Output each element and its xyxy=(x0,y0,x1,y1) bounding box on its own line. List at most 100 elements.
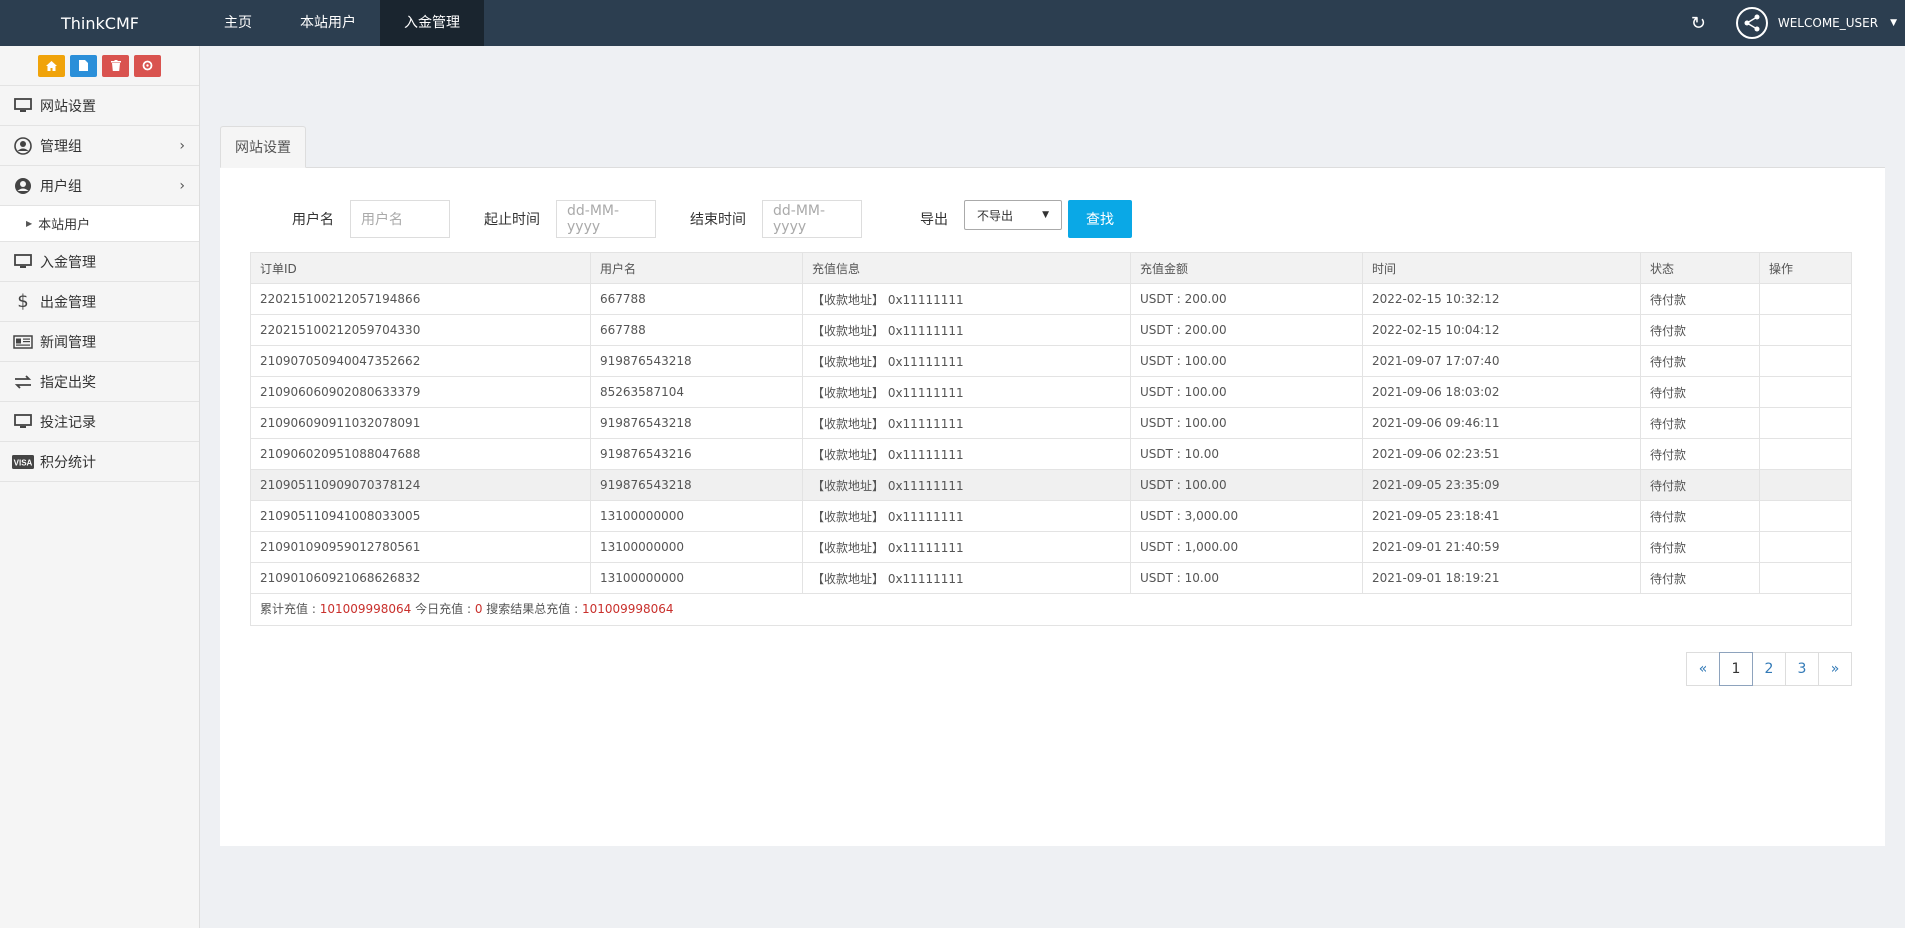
today-recharge-label: 今日充值 : xyxy=(411,602,475,616)
sidebar-item-label: 出金管理 xyxy=(40,294,96,311)
cell-actions xyxy=(1759,531,1852,563)
top-navbar: ThinkCMF 主页 本站用户 入金管理 ↻ WELCOME_USER ▼ xyxy=(0,0,1905,46)
sidebar-item-label: 本站用户 xyxy=(38,218,91,233)
table-row[interactable]: 210907050940047352662 919876543218 【收款地址】 … xyxy=(250,345,1852,377)
end-time-label: 结束时间 xyxy=(690,212,746,228)
sidebar-shortcuts xyxy=(0,46,199,86)
refresh-icon[interactable]: ↻ xyxy=(1691,13,1706,34)
recycle-icon[interactable] xyxy=(134,54,161,77)
sidebar-item-label: 入金管理 xyxy=(40,254,96,271)
header-actions[interactable]: 操作 xyxy=(1759,252,1852,284)
total-recharge-value: 101009998064 xyxy=(319,602,412,616)
table-row[interactable]: 210901090959012780561 13100000000 【收款地址】 0… xyxy=(250,531,1852,563)
monitor-icon xyxy=(12,98,34,113)
sidebar-subitem-site-users[interactable]: ▶ 本站用户 xyxy=(0,206,199,242)
table-row[interactable]: 220215100212059704330 667788 【收款地址】 0x1111… xyxy=(250,314,1852,346)
sidebar-item-designated-prize[interactable]: 指定出奖 xyxy=(0,362,199,402)
start-date-input[interactable]: dd-MM-yyyy xyxy=(556,200,656,238)
caret-down-icon[interactable]: ▼ xyxy=(1890,18,1897,28)
search-button[interactable]: 查找 xyxy=(1068,200,1132,238)
cell-status: 待付款 xyxy=(1640,500,1760,532)
pagination-page-2[interactable]: 2 xyxy=(1752,652,1786,686)
username-label: 用户名 xyxy=(292,212,334,228)
cell-username: 13100000000 xyxy=(590,562,803,594)
cell-time: 2021-09-01 18:19:21 xyxy=(1362,562,1641,594)
cell-time: 2022-02-15 10:32:12 xyxy=(1362,283,1641,315)
cell-username: 919876543218 xyxy=(590,469,803,501)
cell-amount: USDT : 100.00 xyxy=(1130,376,1363,408)
cell-status: 待付款 xyxy=(1640,376,1760,408)
chevron-right-icon: › xyxy=(179,177,185,194)
pagination-page-3[interactable]: 3 xyxy=(1785,652,1819,686)
cell-status: 待付款 xyxy=(1640,469,1760,501)
export-select[interactable]: 不导出 ▼ xyxy=(964,200,1062,230)
exchange-icon xyxy=(12,374,34,389)
cell-recharge-info: 【收款地址】 0x11111111 xyxy=(802,407,1131,439)
cell-amount: USDT : 100.00 xyxy=(1130,345,1363,377)
cell-actions xyxy=(1759,469,1852,501)
cell-order-id: 210906090911032078091 xyxy=(250,407,591,439)
cell-recharge-info: 【收款地址】 0x11111111 xyxy=(802,500,1131,532)
search-total-value: 101009998064 xyxy=(581,602,674,616)
pagination-page-1[interactable]: 1 xyxy=(1719,652,1753,686)
header-username[interactable]: 用户名 xyxy=(590,252,803,284)
header-amount[interactable]: 充值金额 xyxy=(1130,252,1363,284)
table-row[interactable]: 210905110909070378124 919876543218 【收款地址】 … xyxy=(250,469,1852,501)
sidebar-item-user-group[interactable]: 用户组 › xyxy=(0,166,199,206)
cell-status: 待付款 xyxy=(1640,314,1760,346)
cell-time: 2021-09-06 02:23:51 xyxy=(1362,438,1641,470)
cell-actions xyxy=(1759,314,1852,346)
table-header-row: 订单ID 用户名 充值信息 充值金额 时间 状态 操作 xyxy=(250,252,1852,284)
table-row[interactable]: 210906020951088047688 919876543216 【收款地址】 … xyxy=(250,438,1852,470)
tab-strip: 网站设置 xyxy=(220,106,1885,168)
cell-username: 13100000000 xyxy=(590,500,803,532)
sidebar-item-points-stats[interactable]: VISA 积分统计 xyxy=(0,442,199,482)
table-row[interactable]: 210906090911032078091 919876543218 【收款地址】 … xyxy=(250,407,1852,439)
nav-home[interactable]: 主页 xyxy=(200,0,276,46)
sidebar-item-deposit-management[interactable]: 入金管理 xyxy=(0,242,199,282)
visa-icon: VISA xyxy=(12,454,34,469)
table-row[interactable]: 220215100212057194866 667788 【收款地址】 0x1111… xyxy=(250,283,1852,315)
chevron-right-icon: › xyxy=(179,137,185,154)
table-row[interactable]: 210906060902080633379 85263587104 【收款地址】 0… xyxy=(250,376,1852,408)
username-input[interactable]: 用户名 xyxy=(350,200,450,238)
header-status[interactable]: 状态 xyxy=(1640,252,1760,284)
end-date-input[interactable]: dd-MM-yyyy xyxy=(762,200,862,238)
sidebar-item-withdraw-management[interactable]: $ 出金管理 xyxy=(0,282,199,322)
cell-order-id: 220215100212057194866 xyxy=(250,283,591,315)
tab-site-settings[interactable]: 网站设置 xyxy=(220,126,306,168)
cell-username: 85263587104 xyxy=(590,376,803,408)
nav-deposit-management[interactable]: 入金管理 xyxy=(380,0,484,46)
content-panel: 用户名 用户名 起止时间 dd-MM-yyyy 结束时间 dd-MM-yyyy … xyxy=(220,168,1885,846)
cell-recharge-info: 【收款地址】 0x11111111 xyxy=(802,314,1131,346)
sidebar-item-news-management[interactable]: 新闻管理 xyxy=(0,322,199,362)
sidebar-item-label: 投注记录 xyxy=(40,414,96,431)
home-icon[interactable] xyxy=(38,54,65,77)
header-time[interactable]: 时间 xyxy=(1362,252,1641,284)
avatar[interactable] xyxy=(1735,7,1768,39)
sidebar-item-bet-records[interactable]: 投注记录 xyxy=(0,402,199,442)
main-content: 网站设置 用户名 用户名 起止时间 dd-MM-yyyy 结束时间 dd-MM-… xyxy=(220,106,1885,846)
sidebar-item-label: 指定出奖 xyxy=(40,374,96,391)
cell-username: 667788 xyxy=(590,314,803,346)
cell-amount: USDT : 100.00 xyxy=(1130,469,1363,501)
sidebar-item-site-settings[interactable]: 网站设置 xyxy=(0,86,199,126)
header-recharge-info[interactable]: 充值信息 xyxy=(802,252,1131,284)
sidebar-item-admin-group[interactable]: 管理组 › xyxy=(0,126,199,166)
nav-site-users[interactable]: 本站用户 xyxy=(276,0,380,46)
pagination-prev[interactable]: « xyxy=(1686,652,1720,686)
cell-time: 2021-09-05 23:18:41 xyxy=(1362,500,1641,532)
cell-recharge-info: 【收款地址】 0x11111111 xyxy=(802,531,1131,563)
header-order-id[interactable]: 订单ID xyxy=(250,252,591,284)
cell-recharge-info: 【收款地址】 0x11111111 xyxy=(802,283,1131,315)
cell-order-id: 210907050940047352662 xyxy=(250,345,591,377)
pagination-next[interactable]: » xyxy=(1818,652,1852,686)
table-row[interactable]: 210905110941008033005 13100000000 【收款地址】 0… xyxy=(250,500,1852,532)
file-icon[interactable] xyxy=(70,54,97,77)
trash-icon[interactable] xyxy=(102,54,129,77)
brand-logo[interactable]: ThinkCMF xyxy=(0,14,200,33)
welcome-user[interactable]: WELCOME_USER xyxy=(1778,16,1878,30)
cell-status: 待付款 xyxy=(1640,531,1760,563)
table-row[interactable]: 210901060921068626832 13100000000 【收款地址】 0… xyxy=(250,562,1852,594)
cell-amount: USDT : 10.00 xyxy=(1130,438,1363,470)
